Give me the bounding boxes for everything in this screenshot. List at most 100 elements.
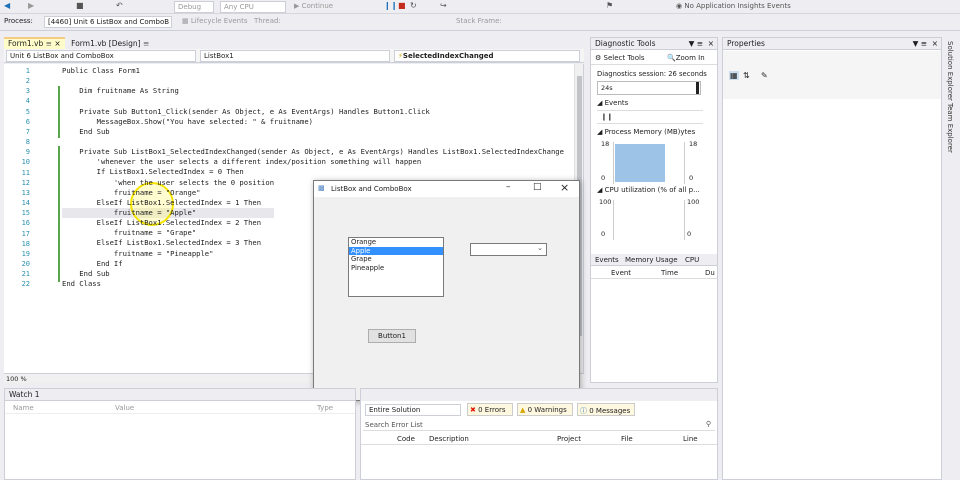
col-value[interactable]: Value <box>115 404 134 412</box>
code-line[interactable]: Private Sub Button1_Click(sender As Obje… <box>62 107 564 117</box>
watch-title-label: Watch 1 <box>9 390 40 399</box>
line-number: 3 <box>25 87 30 96</box>
col-event[interactable]: Event <box>611 269 631 277</box>
debug-location-bar: Process: [4460] Unit 6 ListBox and Combo… <box>0 14 960 31</box>
watch-panel: Watch 1 Name Value Type <box>4 388 356 480</box>
memory-chart: 18 0 18 0 <box>597 138 705 184</box>
process-dropdown[interactable]: [4460] Unit 6 ListBox and ComboB <box>44 16 172 28</box>
stop-icon[interactable]: ■ <box>398 1 406 10</box>
bookmark-icon[interactable]: ⚑ <box>606 1 613 10</box>
select-tools-button[interactable]: ⚙ Select Tools <box>595 54 645 62</box>
timeline-ruler: 24s <box>597 81 701 95</box>
config-dropdown[interactable]: Debug <box>174 1 214 13</box>
code-line[interactable] <box>62 137 564 147</box>
code-line[interactable]: Private Sub ListBox1_SelectedIndexChange… <box>62 147 564 157</box>
form-icon: ▩ <box>318 184 325 192</box>
line-number: 21 <box>21 270 30 279</box>
config-label: Debug <box>178 3 202 11</box>
team-explorer-tab[interactable]: Team Explorer <box>946 103 954 153</box>
solution-explorer-tab[interactable]: Solution Explorer <box>946 41 954 101</box>
diagnostics-toolbar: ⚙ Select Tools 🔍Zoom In <box>591 51 717 65</box>
step-icon[interactable]: ↪ <box>440 1 447 10</box>
pin-icon[interactable]: ≡ <box>46 39 52 48</box>
code-line[interactable]: Dim fruitname As String <box>62 86 564 96</box>
close-icon[interactable]: × <box>560 181 569 194</box>
close-icon[interactable]: × <box>54 39 60 48</box>
col-file[interactable]: File <box>621 435 633 443</box>
col-duration[interactable]: Du <box>705 269 715 277</box>
tab-form1-vb[interactable]: Form1.vb ≡ × <box>4 37 65 49</box>
col-project[interactable]: Project <box>557 435 581 443</box>
col-time[interactable]: Time <box>661 269 678 277</box>
code-line[interactable]: 'whenever the user selects a different i… <box>62 157 564 167</box>
listbox-item[interactable]: Apple <box>349 246 443 255</box>
timeline-tick: 24s <box>601 84 613 92</box>
line-number: 16 <box>21 219 30 228</box>
scope-dropdown[interactable]: Entire Solution <box>365 404 461 416</box>
fruit-listbox[interactable]: Orange Apple Grape Pineapple <box>348 237 444 297</box>
chevron-down-icon[interactable]: ⌄ <box>537 244 543 252</box>
tab-events[interactable]: Events <box>595 256 619 264</box>
events-label-text: Events <box>604 99 629 107</box>
code-line[interactable] <box>62 76 564 86</box>
continue-button[interactable]: ▶ Continue <box>294 2 333 10</box>
pin-icon[interactable]: ▼ ≡ <box>913 38 927 50</box>
undo-icon[interactable]: ↶ <box>116 1 123 10</box>
messages-filter[interactable]: ⓘ 0 Messages <box>577 403 635 416</box>
event-label: SelectedIndexChanged <box>402 52 494 60</box>
pin-icon[interactable]: ≡ <box>143 39 149 48</box>
tab-memory-usage[interactable]: Memory Usage <box>625 256 678 264</box>
platform-dropdown[interactable]: Any CPU <box>220 1 286 13</box>
code-line[interactable]: Public Class Form1 <box>62 66 564 76</box>
code-line[interactable]: MessageBox.Show("You have selected: " & … <box>62 117 564 127</box>
pause-icon: ❙❙ <box>601 113 613 121</box>
object-dropdown[interactable]: ListBox1 <box>200 50 390 62</box>
app-insights-button[interactable]: ◉ No Application Insights Events <box>676 2 791 10</box>
project-dropdown[interactable]: Unit 6 ListBox and ComboBox <box>6 50 196 62</box>
memory-label: ◢ Process Memory (MB)ytes <box>597 128 696 136</box>
tab-cpu[interactable]: CPU <box>685 256 699 264</box>
maximize-icon[interactable]: □ <box>533 182 542 192</box>
col-line[interactable]: Line <box>683 435 698 443</box>
forward-icon[interactable]: ▶ <box>28 1 34 10</box>
close-icon[interactable]: × <box>708 38 714 50</box>
mem-max-label: 18 <box>601 140 610 148</box>
listbox-item[interactable]: Pineapple <box>349 264 443 273</box>
listbox-item[interactable]: Orange <box>349 238 443 247</box>
close-icon[interactable]: × <box>932 38 938 50</box>
info-icon: ⓘ <box>580 407 587 415</box>
col-name[interactable]: Name <box>13 404 34 412</box>
col-code[interactable]: Code <box>397 435 415 443</box>
code-line[interactable]: End Sub <box>62 127 564 137</box>
col-description[interactable]: Description <box>429 435 469 443</box>
error-search-input[interactable]: Search Error List ⚲ <box>363 419 715 431</box>
cpu-chart: 100 0 100 0 <box>597 196 705 240</box>
code-line[interactable] <box>62 96 564 106</box>
back-icon[interactable]: ◀ <box>4 1 10 10</box>
col-type[interactable]: Type <box>317 404 333 412</box>
event-dropdown[interactable]: ⚡SelectedIndexChanged <box>394 50 580 62</box>
save-icon[interactable]: ■ <box>76 1 84 10</box>
zoom-in-button[interactable]: 🔍Zoom In <box>667 54 705 62</box>
search-icon[interactable]: ⚲ <box>706 420 711 428</box>
pause-icon[interactable]: ❙❙ <box>384 1 397 10</box>
listbox-item[interactable]: Grape <box>349 255 443 264</box>
zoom-level[interactable]: 100 % <box>6 375 27 383</box>
errors-label: 0 Errors <box>478 406 506 414</box>
warnings-filter[interactable]: ▲ 0 Warnings <box>517 403 573 416</box>
alphabetical-icon[interactable]: ⇅ <box>743 71 750 80</box>
errors-filter[interactable]: ✖ 0 Errors <box>467 403 513 416</box>
fruit-combobox[interactable]: ⌄ <box>470 243 547 256</box>
messages-label: 0 Messages <box>589 407 631 415</box>
code-line[interactable]: If ListBox1.SelectedIndex = 0 Then <box>62 167 564 177</box>
main-toolbar: ◀ ▶ ■ ↶ Debug Any CPU ▶ Continue ❙❙ ■ ↻ … <box>0 0 960 14</box>
lifecycle-events-button[interactable]: ▦ Lifecycle Events <box>182 17 248 25</box>
property-pages-icon[interactable]: ✎ <box>761 71 768 80</box>
events-table-header: Event Time Du <box>591 267 717 279</box>
categorized-icon[interactable]: ▦ <box>729 71 739 80</box>
minimize-icon[interactable]: – <box>506 182 511 192</box>
pin-icon[interactable]: ▼ ≡ <box>689 38 703 50</box>
line-number: 2 <box>25 77 30 86</box>
restart-icon[interactable]: ↻ <box>410 1 417 10</box>
button1[interactable]: Button1 <box>368 329 416 343</box>
